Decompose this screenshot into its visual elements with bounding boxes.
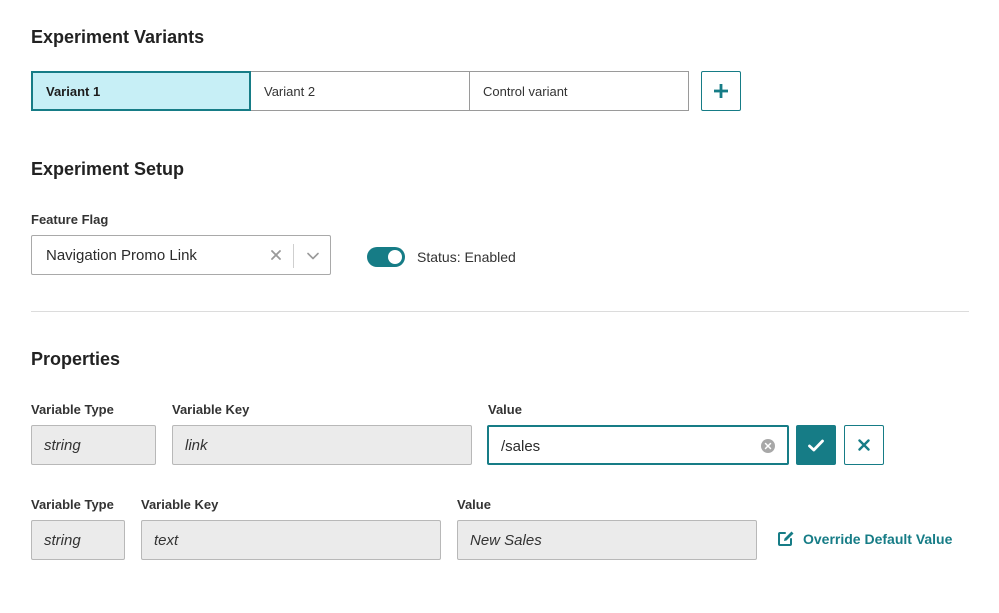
- value-input-wrapper: [487, 425, 789, 465]
- setup-section-title: Experiment Setup: [31, 159, 185, 179]
- properties-section-title: Properties: [31, 349, 121, 369]
- clear-input-icon[interactable]: [761, 439, 775, 453]
- variable-type-label: Variable Type: [31, 497, 114, 512]
- add-variant-button[interactable]: [701, 71, 741, 111]
- variable-type-label: Variable Type: [31, 402, 114, 417]
- variable-key-label: Variable Key: [172, 402, 250, 417]
- edit-icon: [778, 531, 794, 546]
- toggle-knob: [388, 250, 402, 264]
- status-text: Status: Enabled: [417, 249, 516, 265]
- variable-type-field: string: [31, 425, 156, 465]
- override-label: Override Default Value: [803, 530, 953, 547]
- feature-flag-select[interactable]: Navigation Promo Link: [31, 235, 331, 275]
- checkmark-icon: [808, 439, 824, 451]
- variable-key-field: link: [172, 425, 472, 465]
- override-default-value-link[interactable]: Override Default Value: [777, 530, 952, 547]
- value-field: New Sales: [457, 520, 757, 560]
- clear-selection-icon[interactable]: [268, 247, 284, 263]
- tab-variant-1[interactable]: Variant 1: [31, 71, 251, 111]
- experiment-editor: Experiment Variants Variant 1 Variant 2 …: [0, 0, 999, 613]
- chevron-down-icon[interactable]: [304, 248, 322, 264]
- status-toggle[interactable]: [367, 247, 405, 267]
- tab-control-variant[interactable]: Control variant: [469, 71, 689, 111]
- tab-variant-2[interactable]: Variant 2: [250, 71, 470, 111]
- section-divider: [31, 311, 969, 312]
- value-label: Value: [488, 402, 522, 417]
- plus-icon: [714, 84, 728, 98]
- variable-key-label: Variable Key: [141, 497, 219, 512]
- feature-flag-value: Navigation Promo Link: [46, 247, 197, 264]
- variants-section-title: Experiment Variants: [31, 27, 205, 47]
- feature-flag-label: Feature Flag: [31, 212, 109, 227]
- value-label: Value: [457, 497, 491, 512]
- cancel-button[interactable]: [844, 425, 884, 465]
- confirm-button[interactable]: [796, 425, 836, 465]
- value-input[interactable]: [501, 436, 751, 456]
- variant-tabs: Variant 1 Variant 2 Control variant: [31, 71, 689, 111]
- variable-type-field: string: [31, 520, 125, 560]
- variable-key-field: text: [141, 520, 441, 560]
- select-separator: [293, 244, 294, 268]
- close-icon: [858, 439, 870, 451]
